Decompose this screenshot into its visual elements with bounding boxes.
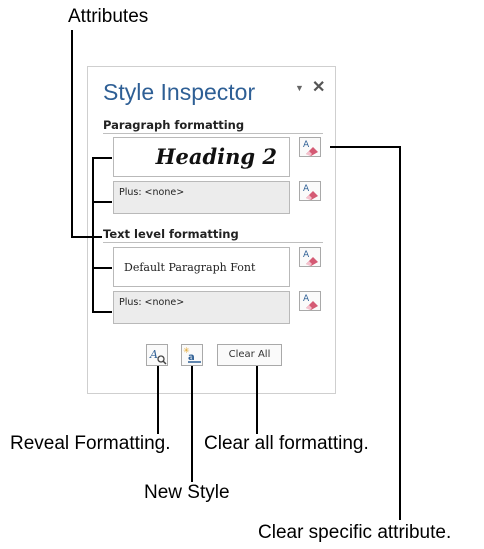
paragraph-formatting-label: Paragraph formatting [103,118,245,132]
bracket-tick-4 [92,311,112,313]
text-level-style-box[interactable]: Default Paragraph Font [113,247,290,287]
attributes-bracket [92,157,94,312]
clear-specific-leader-vertical [399,146,401,520]
attributes-leader-horizontal [71,236,102,238]
eraser-icon: A [303,140,318,156]
new-style-icon: ✳ a [183,346,201,363]
eraser-icon: A [303,294,318,310]
close-icon[interactable]: ✕ [312,77,325,97]
svg-text:A: A [303,140,310,150]
svg-text:A: A [303,184,310,194]
attributes-leader-vertical [71,30,73,237]
reveal-formatting-callout: Reveal Formatting. [10,433,171,454]
clear-paragraph-plus-button[interactable]: A [299,181,321,201]
clear-all-button[interactable]: Clear All [217,344,282,366]
new-style-callout: New Style [144,482,230,503]
reveal-formatting-leader [157,366,159,434]
new-style-button[interactable]: ✳ a [181,344,203,366]
clear-specific-attribute-callout: Clear specific attribute. [258,522,452,543]
bracket-tick-1 [92,157,112,159]
new-style-leader [191,366,193,482]
reveal-formatting-icon: A [149,348,167,365]
text-level-style-text: Default Paragraph Font [124,261,256,274]
text-level-formatting-label: Text level formatting [103,227,239,241]
clear-all-formatting-callout: Clear all formatting. [204,433,369,454]
text-level-plus-box[interactable]: Plus: <none> [113,291,290,324]
svg-text:A: A [303,250,310,260]
panel-title: Style Inspector [103,79,256,105]
clear-specific-leader-horizontal [330,146,400,148]
attributes-callout: Attributes [68,6,149,27]
reveal-formatting-button[interactable]: A [146,344,168,366]
bracket-tick-2 [92,201,112,203]
clear-paragraph-style-button[interactable]: A [299,137,321,157]
clear-text-level-plus-button[interactable]: A [299,291,321,311]
clear-all-leader [256,366,258,434]
eraser-icon: A [303,184,318,200]
paragraph-separator [103,133,323,134]
clear-text-level-style-button[interactable]: A [299,247,321,267]
text-level-separator [103,242,323,243]
svg-text:A: A [303,294,310,304]
paragraph-plus-text: Plus: <none> [119,187,185,198]
paragraph-plus-box[interactable]: Plus: <none> [113,181,290,214]
style-inspector-panel: Style Inspector ▼ ✕ Paragraph formatting… [87,66,336,394]
paragraph-style-box[interactable]: Heading 2 [113,137,290,177]
svg-text:A: A [149,348,158,361]
bracket-tick-3 [92,267,112,269]
paragraph-style-text: Heading 2 [155,144,277,169]
dropdown-arrow-icon[interactable]: ▼ [295,83,304,93]
eraser-icon: A [303,250,318,266]
clear-all-label: Clear All [228,349,271,360]
text-level-plus-text: Plus: <none> [119,297,185,308]
